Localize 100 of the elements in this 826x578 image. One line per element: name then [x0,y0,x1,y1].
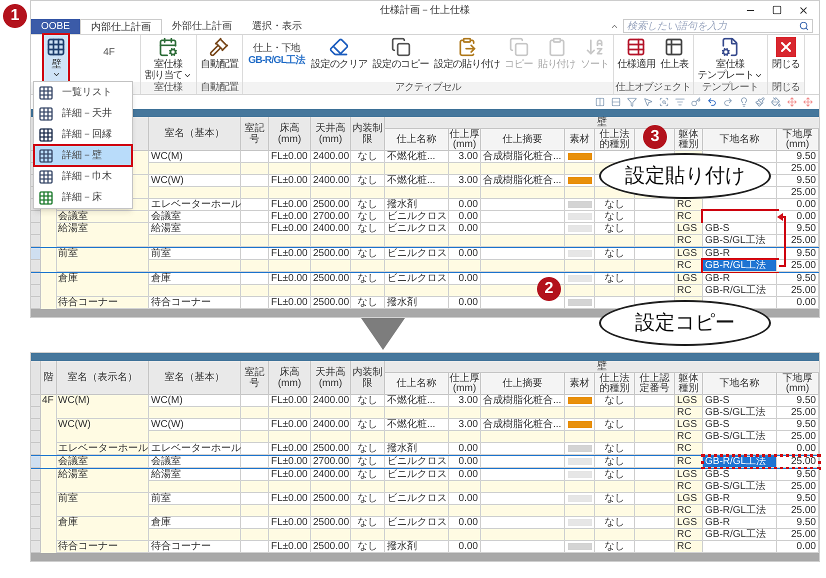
table-cell[interactable]: GB-S/GL工法 [703,481,777,493]
column-header[interactable]: 仕上認定番号 [635,373,675,395]
scan-icon[interactable] [659,97,669,107]
table-cell[interactable]: GB-S/GL工法 [703,235,777,247]
list-filter-icon[interactable] [675,97,685,107]
columns-icon[interactable] [595,97,605,107]
column-header[interactable]: 素材 [565,129,595,151]
row-header-cell[interactable] [31,469,41,481]
rows-icon[interactable] [611,97,621,107]
ribbon-button[interactable]: 設定のコピー [370,35,431,81]
row-header-cell[interactable] [31,297,41,309]
column-header[interactable]: 室名（表示名） [57,361,149,395]
table-cell[interactable]: GB-R/GL工法 [703,529,777,541]
column-header[interactable]: 仕上名称 [385,373,449,395]
column-header[interactable]: 下地厚(mm) [777,129,819,151]
row-header-cell[interactable] [31,419,41,431]
ribbon-tab[interactable]: 選択・表示 [242,19,312,34]
ribbon-tab[interactable]: 内部仕上計画 [80,19,162,34]
column-header[interactable]: 室記号 [241,117,269,151]
menu-item[interactable]: 詳細－巾木 [34,166,132,187]
row-header-cell[interactable] [31,395,41,407]
ribbon-button[interactable]: 壁 [44,35,68,81]
lightbulb-icon[interactable] [739,97,749,107]
maximize-icon[interactable] [772,5,782,15]
table-cell[interactable]: GB-S [703,419,777,431]
table-cell[interactable]: GB-S/GL工法 [703,407,777,419]
ribbon-button[interactable]: 室仕様 テンプレート [696,35,765,81]
column-header[interactable]: 床高(mm) [269,117,311,151]
menu-item[interactable]: 詳細－壁 [34,145,132,166]
column-header[interactable]: 下地名称 [703,373,777,395]
column-header[interactable]: 躯体種別 [675,373,703,395]
column-header[interactable]: 下地名称 [703,129,777,151]
column-header[interactable]: 天井高(mm) [311,361,351,395]
menu-item[interactable]: 詳細－床 [34,187,132,208]
row-header-cell[interactable] [31,541,41,553]
table-cell[interactable]: GB-R/GL工法 [703,285,777,297]
search-icon[interactable] [799,21,809,31]
column-header[interactable]: 内装制限 [351,117,385,151]
column-header[interactable]: 躯体種別 [675,129,703,151]
redo-icon[interactable] [723,97,733,107]
row-header-cell[interactable] [31,431,41,443]
table-cell[interactable]: GB-R/GL工法 [703,505,777,517]
row-header-cell[interactable] [31,505,41,517]
column-header[interactable]: 室名（基本） [149,117,241,151]
row-header-cell[interactable] [31,517,41,529]
column-header[interactable]: 仕上厚(mm) [449,373,481,395]
table-cell[interactable] [703,443,777,455]
move-icon[interactable] [803,97,813,107]
column-header[interactable]: 仕上名称 [385,129,449,151]
table-cell[interactable]: GB-S [703,223,777,235]
column-header[interactable]: 天井高(mm) [311,117,351,151]
column-header[interactable]: 床高(mm) [269,361,311,395]
paint-bucket-icon[interactable] [771,97,781,107]
table-cell[interactable]: GB-R/GL工法 [703,260,777,272]
ribbon-tab[interactable]: 外部仕上計画 [162,19,242,34]
row-header-cell[interactable] [31,529,41,541]
move-icon[interactable] [787,97,797,107]
row-header-cell[interactable] [31,211,41,223]
table-cell[interactable]: GB-R [703,273,777,285]
brush-icon[interactable] [755,97,765,107]
column-header[interactable]: 素材 [565,373,595,395]
column-header[interactable]: 仕上厚(mm) [449,129,481,151]
row-header-cell[interactable] [31,456,41,468]
row-header-cell[interactable] [31,285,41,297]
ribbon-button[interactable]: 室仕様 割り当て [143,35,194,81]
undo-icon[interactable] [707,97,717,107]
column-header[interactable]: 内装制限 [351,361,385,395]
row-header-cell[interactable] [31,481,41,493]
table-cell[interactable]: GB-S [703,469,777,481]
menu-item[interactable]: 一覧リスト [34,82,132,103]
row-header-cell[interactable] [31,407,41,419]
table-cell[interactable]: GB-R [703,517,777,529]
key-icon[interactable] [691,97,701,107]
column-header[interactable]: 階 [41,361,57,395]
pointer-icon[interactable] [643,97,653,107]
row-header-cell[interactable] [31,273,41,285]
table-cell[interactable] [703,211,777,223]
row-header-cell[interactable] [31,443,41,455]
row-header-cell[interactable] [31,235,41,247]
ribbon-tab[interactable]: OOBE [31,19,80,34]
ribbon-button[interactable]: 仕上表 [658,35,690,81]
menu-item[interactable]: 詳細－回縁 [34,124,132,145]
row-header-cell[interactable] [31,223,41,235]
column-header[interactable]: 室記号 [241,361,269,395]
table-cell[interactable] [703,541,777,553]
ribbon-button[interactable]: 仕様適用 [616,35,658,81]
table-cell[interactable]: GB-S [703,395,777,407]
search-field[interactable]: 検索したい語句を入力 [623,19,813,33]
row-header-cell[interactable] [31,248,41,260]
row-header-cell[interactable] [31,493,41,505]
column-header[interactable]: 室名（基本） [149,361,241,395]
menu-item[interactable]: 詳細－天井 [34,103,132,124]
column-header[interactable]: 仕上摘要 [481,373,565,395]
ribbon-button[interactable]: 設定のクリア [309,35,370,81]
ribbon-button[interactable]: 自動配置 [198,35,240,81]
ribbon-button[interactable]: 設定の貼り付け [432,35,502,81]
column-header[interactable]: 下地厚(mm) [777,373,819,395]
column-header[interactable]: 仕上摘要 [481,129,565,151]
table-cell[interactable]: GB-R [703,493,777,505]
column-header[interactable]: 仕上法的種別 [595,373,635,395]
